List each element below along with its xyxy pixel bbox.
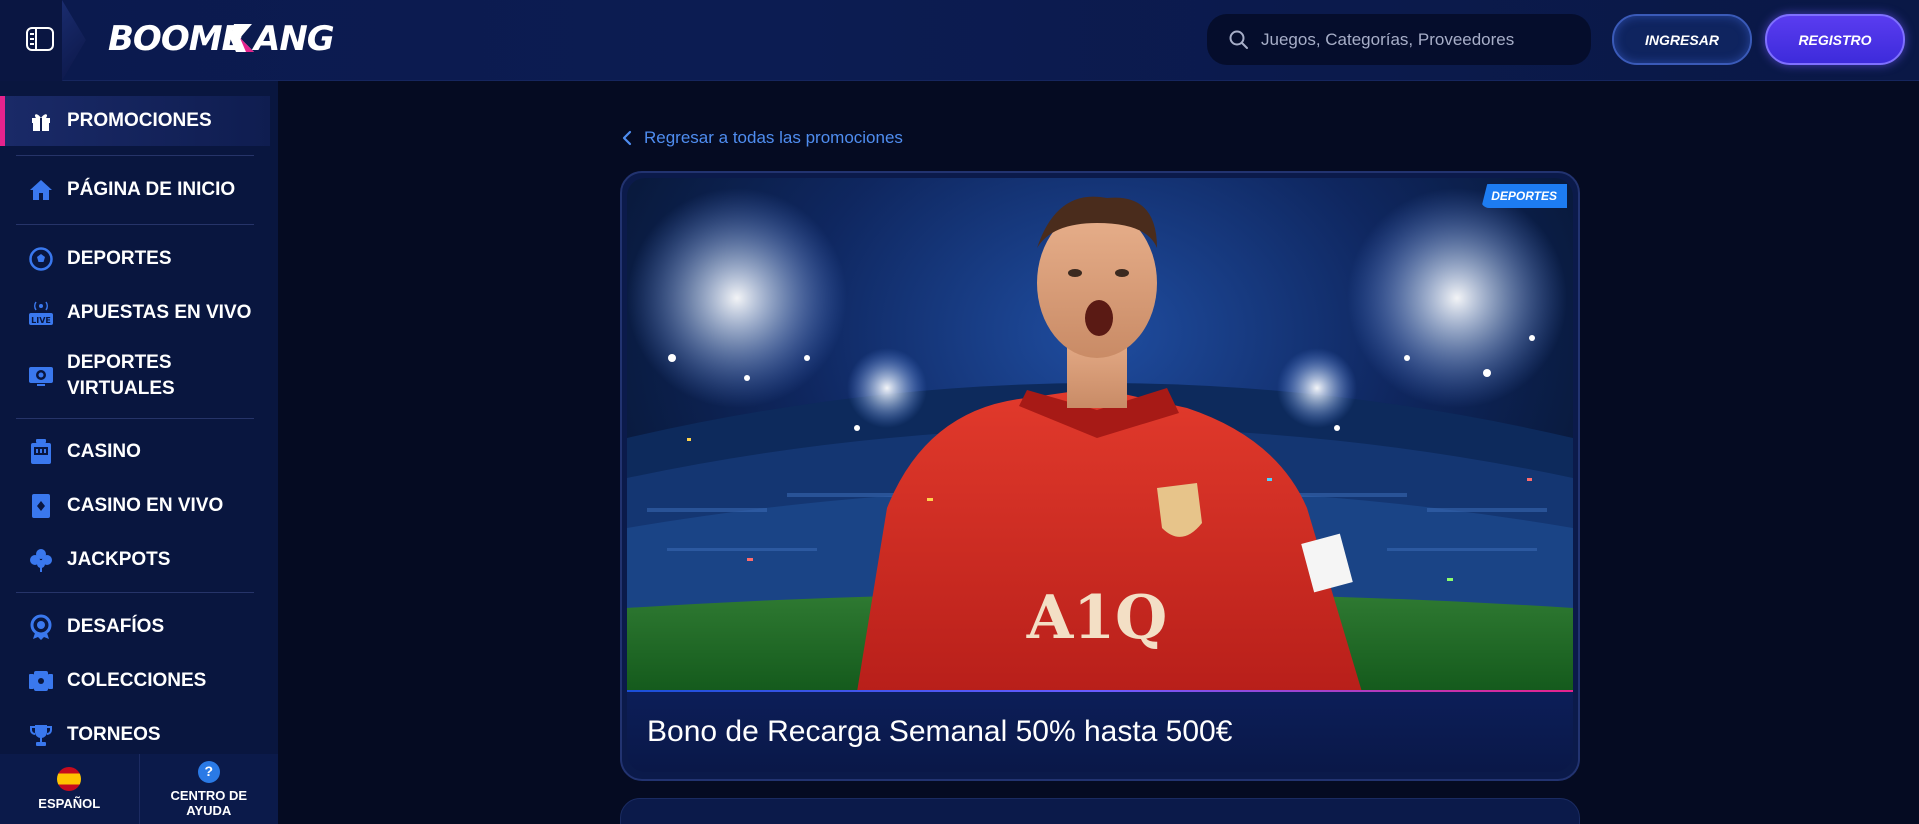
sidebar-item-jackpots[interactable]: JACKPOTS — [0, 535, 270, 585]
sidebar-item-label: DEPORTES — [67, 248, 172, 269]
search-bar[interactable] — [1207, 14, 1591, 65]
live-broadcast-icon: LIVE — [28, 300, 54, 326]
help-center-link[interactable]: ? CENTRO DE AYUDA — [138, 754, 279, 824]
language-label: ESPAÑOL — [38, 796, 101, 811]
sidebar-item-casino-en-vivo[interactable]: CASINO EN VIVO — [0, 481, 270, 531]
promo-banner-image: A1Q DEPORTES — [627, 178, 1573, 692]
svg-text:BOOME: BOOME — [108, 19, 245, 58]
sidebar-item-label: DEPORTES VIRTUALES — [67, 352, 175, 399]
sidebar-item-label: DESAFÍOS — [67, 616, 165, 637]
sidebar-item-deportes[interactable]: DEPORTES — [0, 234, 270, 284]
stadium-player-illustration: A1Q — [627, 188, 1573, 692]
sidebar-item-casino[interactable]: CASINO — [0, 427, 270, 477]
collection-icon — [28, 668, 54, 694]
sidebar-item-colecciones[interactable]: COLECCIONES — [0, 656, 270, 706]
trophy-icon — [28, 722, 54, 748]
soccer-ball-icon — [28, 246, 54, 272]
sidebar-item-label: PROMOCIONES — [67, 110, 212, 131]
sidebar-item-apuestas-en-vivo[interactable]: LIVE APUESTAS EN VIVO — [0, 288, 270, 338]
back-to-promotions-link[interactable]: Regresar a todas las promociones — [622, 128, 903, 148]
divider — [16, 418, 254, 419]
back-link-label: Regresar a todas las promociones — [644, 128, 903, 147]
svg-text:LIVE: LIVE — [31, 316, 51, 325]
jersey-text: A1Q — [1026, 583, 1168, 653]
sidebar-item-label: PÁGINA DE INICIO — [67, 179, 236, 200]
sidebar-item-deportes-virtuales[interactable]: DEPORTES VIRTUALES — [0, 341, 270, 411]
divider — [16, 592, 254, 593]
top-header: BOOME ANG INGRESAR REGISTRO — [0, 0, 1919, 81]
svg-text:ANG: ANG — [251, 19, 334, 58]
promo-details-card — [620, 798, 1580, 824]
sidebar-item-label: JACKPOTS — [67, 549, 171, 570]
sidebar-toggle-icon[interactable] — [26, 27, 54, 51]
brand-logo-wordmark: BOOME ANG — [108, 19, 335, 59]
sidebar-item-promociones[interactable]: PROMOCIONES — [0, 96, 270, 146]
sidebar-item-label: CASINO EN VIVO — [67, 495, 224, 516]
register-button[interactable]: REGISTRO — [1765, 14, 1905, 65]
search-input[interactable] — [1261, 29, 1561, 50]
sidebar-item-torneos[interactable]: TORNEOS — [0, 710, 270, 760]
chevron-left-icon — [622, 130, 632, 146]
divider — [16, 224, 254, 225]
sidebar-item-label: TORNEOS — [67, 724, 161, 745]
help-icon: ? — [197, 760, 220, 783]
search-icon — [1229, 30, 1248, 49]
brand-logo[interactable]: BOOME ANG — [108, 18, 338, 59]
slot-machine-icon — [28, 439, 54, 465]
sidebar-item-label: CASINO — [67, 441, 141, 462]
promo-title: Bono de Recarga Semanal 50% hasta 500€ — [627, 692, 1573, 772]
divider — [16, 155, 254, 156]
sidebar-footer: ESPAÑOL ? CENTRO DE AYUDA — [0, 754, 278, 824]
promo-card[interactable]: A1Q DEPORTES Bono de Recarga Semanal 50%… — [620, 171, 1580, 781]
help-label: CENTRO DE AYUDA — [170, 787, 248, 818]
clover-icon — [28, 547, 54, 573]
language-selector[interactable]: ESPAÑOL — [0, 754, 139, 824]
sidebar-item-home[interactable]: PÁGINA DE INICIO — [0, 165, 270, 215]
category-badge: DEPORTES — [1481, 184, 1567, 208]
home-icon — [28, 177, 54, 203]
sidebar-item-label: APUESTAS EN VIVO — [67, 302, 252, 323]
gift-icon — [28, 108, 54, 134]
promo-title-text: Bono de Recarga Semanal 50% hasta 500€ — [647, 715, 1233, 748]
spain-flag-icon — [57, 767, 82, 791]
virtual-sports-icon — [28, 363, 54, 389]
medal-icon — [28, 614, 54, 640]
cards-icon — [28, 493, 54, 519]
login-button[interactable]: INGRESAR — [1612, 14, 1752, 65]
sidebar-item-desafios[interactable]: DESAFÍOS — [0, 602, 270, 652]
sidebar: PROMOCIONES PÁGINA DE INICIO DEPORTES LI… — [0, 81, 278, 824]
sidebar-item-label: COLECCIONES — [67, 670, 207, 691]
